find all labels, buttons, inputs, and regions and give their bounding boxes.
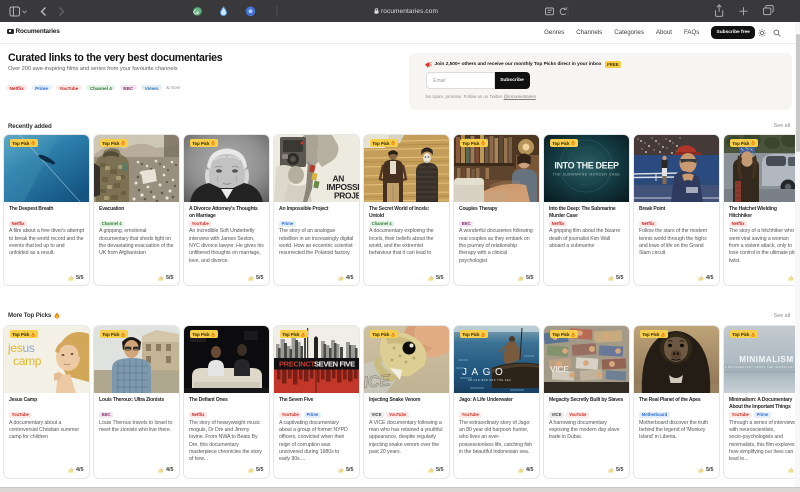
svg-text:THE SUBMARINE MURDER CASE: THE SUBMARINE MURDER CASE (553, 172, 621, 176)
svg-text:PRECINCT: PRECINCT (279, 359, 315, 368)
svg-text:ICE: ICE (364, 372, 392, 392)
svg-text:VICE: VICE (550, 364, 569, 374)
svg-text:A DOCUMENTARY ABOUT THE IMPORT: A DOCUMENTARY ABOUT THE IMPORTANT THINGS (725, 365, 800, 369)
svg-text:jesus: jesus (7, 341, 35, 355)
svg-text:JAGO: JAGO (462, 367, 507, 378)
svg-text:PROJECT: PROJECT (334, 190, 359, 200)
svg-text:INTO THE DEEP: INTO THE DEEP (554, 160, 619, 170)
svg-text:AN OLD MAN AND THE SEA: AN OLD MAN AND THE SEA (468, 379, 511, 382)
svg-text:SEVEN FIVE: SEVEN FIVE (314, 359, 355, 368)
svg-text:camp: camp (13, 354, 42, 368)
svg-text:MINIMALISM: MINIMALISM (739, 355, 793, 364)
